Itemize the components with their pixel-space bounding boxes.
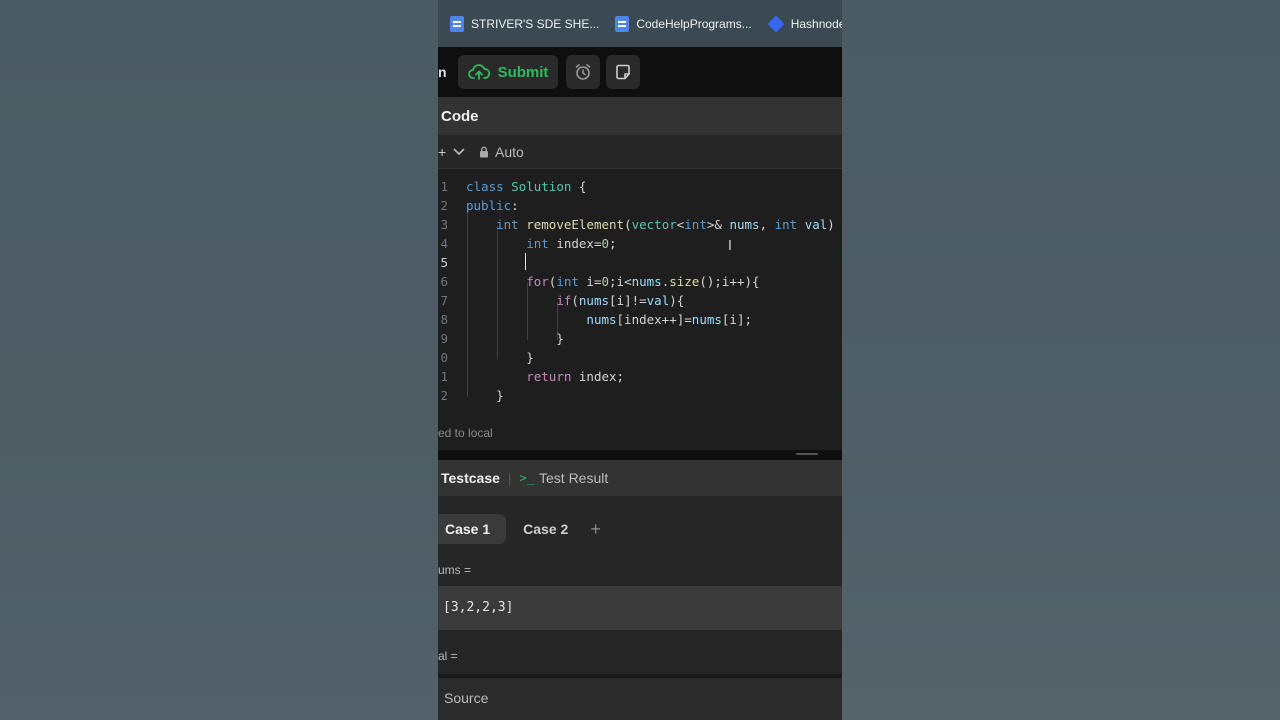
add-case-icon[interactable]: +	[590, 519, 601, 540]
line-number: 9	[440, 331, 448, 346]
line-number: 1	[440, 179, 448, 194]
bookmark-label: CodeHelpPrograms...	[636, 16, 752, 31]
code-line: 9 }	[438, 329, 842, 348]
line-number: 2	[440, 198, 448, 213]
bookmark-codehelp-programs[interactable]: CodeHelpPrograms...	[615, 15, 752, 32]
testcase-panel: Case 1 Case 2 + ums = [3,2,2,3] al = Sou…	[438, 496, 842, 720]
line-number: 1	[440, 369, 448, 384]
submit-button[interactable]: Submit	[458, 55, 558, 89]
bookmark-hashnode[interactable]: Hashnode	[767, 15, 842, 32]
code-line: 7 if(nums[i]!=val){	[438, 291, 842, 310]
variable-label-val: al =	[438, 649, 458, 663]
testcase-panel-header: Testcase | >_ Test Result	[438, 460, 842, 496]
source-button[interactable]: Source	[438, 674, 842, 720]
variable-label-nums: ums =	[438, 563, 472, 577]
code-line: 0 }	[438, 348, 842, 367]
language-selector[interactable]: +	[438, 144, 447, 160]
code-line: 5	[438, 253, 842, 272]
notes-button[interactable]	[606, 55, 640, 89]
background-right	[842, 0, 1280, 720]
bookmark-label: Hashnode	[790, 16, 842, 31]
autocomplete-mode[interactable]: Auto	[495, 144, 524, 160]
code-panel-title: Code	[441, 107, 479, 125]
terminal-icon: >_	[519, 471, 534, 485]
editor-toolbar: n Submit	[438, 47, 842, 97]
note-icon	[616, 64, 630, 80]
saved-status: ed to local	[438, 426, 493, 440]
tab-separator: |	[507, 470, 512, 486]
line-number: 4	[440, 236, 448, 251]
panel-resize-handle[interactable]	[438, 450, 842, 460]
bookmarks-bar: STRIVER'S SDE SHE... CodeHelpPrograms...…	[438, 0, 842, 47]
line-number: 0	[440, 350, 448, 365]
line-number: 6	[440, 274, 448, 289]
nums-input[interactable]: [3,2,2,3]	[438, 586, 842, 630]
code-line: 4 int index=0;	[438, 234, 842, 253]
text-cursor-icon: I	[728, 239, 732, 254]
case-tab-2[interactable]: Case 2	[515, 521, 576, 537]
code-line: 6 for(int i=0;i<nums.size();i++){	[438, 272, 842, 291]
google-doc-icon	[450, 15, 464, 32]
code-panel-header: Code	[438, 97, 842, 135]
leetcode-window: STRIVER'S SDE SHE... CodeHelpPrograms...…	[438, 0, 842, 720]
bookmark-label: STRIVER'S SDE SHE...	[471, 16, 600, 31]
code-editor[interactable]: 1 class Solution { 2 public: 3 int removeE…	[438, 169, 842, 450]
code-line: 1 return index;	[438, 367, 842, 386]
text-caret	[525, 253, 526, 270]
cloud-upload-icon	[467, 64, 490, 80]
code-line: 8 nums[index++]=nums[i];	[438, 310, 842, 329]
code-line: 3 int removeElement(vector<int>& nums, i…	[438, 215, 842, 234]
tab-test-result[interactable]: Test Result	[539, 470, 608, 486]
line-number: 3	[440, 217, 448, 232]
submit-label: Submit	[497, 63, 549, 81]
background-left	[0, 0, 438, 720]
run-button-edge[interactable]: n	[438, 64, 454, 80]
line-number: 5	[440, 255, 448, 270]
bookmark-strivers-sheet[interactable]: STRIVER'S SDE SHE...	[450, 15, 600, 32]
case-tabs: Case 1 Case 2 +	[438, 514, 601, 544]
line-number: 2	[440, 388, 448, 403]
language-bar: + Auto	[438, 135, 842, 169]
code-line: 2 }	[438, 386, 842, 405]
case-tab-1[interactable]: Case 1	[438, 514, 507, 544]
tab-testcase[interactable]: Testcase	[441, 470, 500, 486]
hashnode-icon	[767, 15, 785, 32]
code-line: 1 class Solution {	[438, 177, 842, 196]
chevron-down-icon[interactable]	[453, 148, 465, 156]
line-number: 8	[440, 312, 448, 327]
line-number: 7	[440, 293, 448, 308]
alarm-clock-icon	[575, 64, 591, 80]
google-doc-icon	[615, 15, 630, 32]
lock-icon	[480, 146, 488, 157]
resize-grip-icon[interactable]	[796, 453, 818, 455]
code-line: 2 public:	[438, 196, 842, 215]
timer-button[interactable]	[566, 55, 600, 89]
